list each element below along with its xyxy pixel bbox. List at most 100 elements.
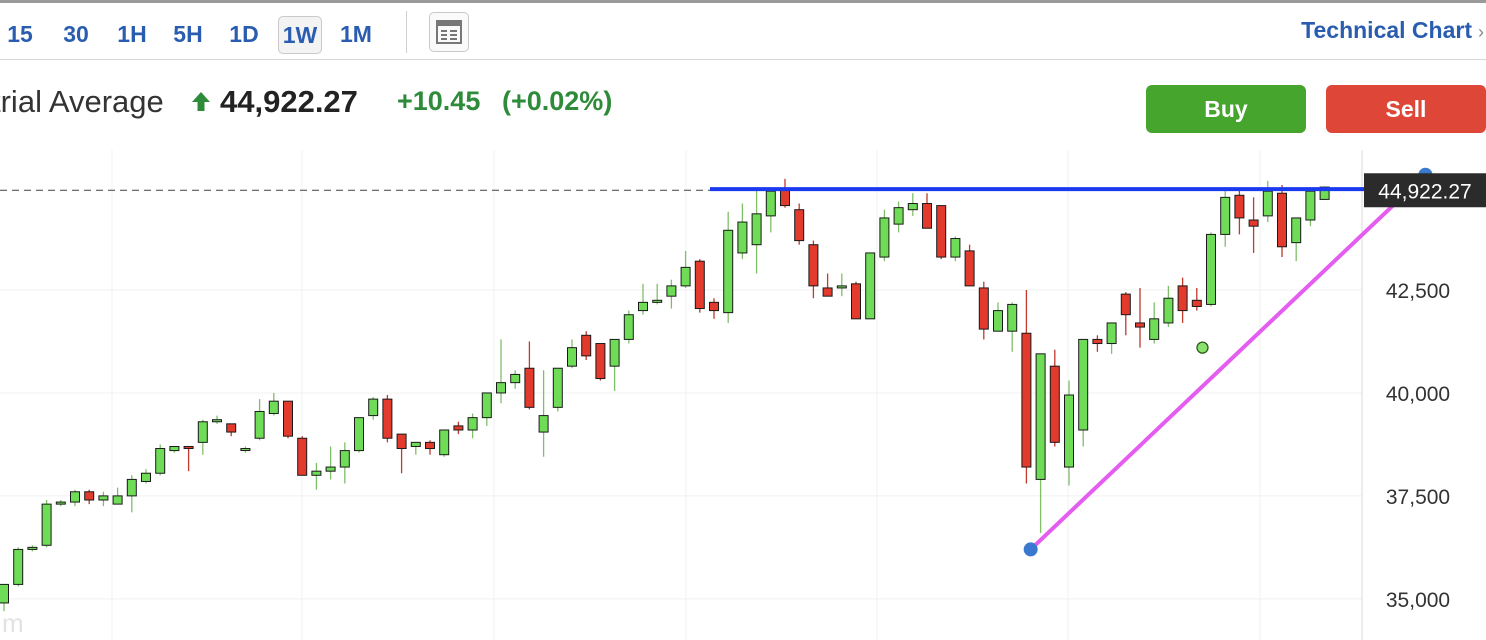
candle [382,395,393,443]
candle-body [936,205,947,258]
candle-body [84,491,95,501]
candle [680,250,691,288]
chevron-right-icon: › [1478,22,1484,42]
candle [694,259,705,313]
timeframe-1h[interactable]: 1H [112,16,152,52]
candle [552,367,563,412]
candle-body [169,445,180,452]
candle [368,397,379,420]
candle-body [1248,219,1259,227]
price-change-percent: (+0.02%) [502,86,613,116]
candle-body [240,448,251,452]
candle-body [1191,299,1202,307]
y-tick-label: 35,000 [1386,589,1450,612]
candle-body [481,392,492,419]
candle [524,341,535,410]
candle [993,302,1003,332]
candle-body [439,429,450,456]
candle [978,281,989,340]
candle-body [751,213,762,246]
candle [851,281,861,320]
candle [780,178,790,208]
candle-body [1234,194,1245,219]
timeframe-1d[interactable]: 1D [224,16,264,52]
candle-body [1135,322,1145,328]
candle [1248,197,1259,253]
timeframe-toolbar: 15 30 1H 5H 1D 1W 1M Technical Chart › [0,0,1486,60]
candle-body [27,546,38,550]
candle-body [496,382,506,394]
candle-body [609,338,620,367]
candle-body [425,441,435,450]
candle-body [226,423,237,433]
candle-body [836,285,847,289]
candle-body [524,367,535,408]
y-tick-label: 40,000 [1386,383,1450,406]
candle [1191,287,1202,311]
candle [1234,189,1245,235]
candle-body [1078,338,1089,431]
candle-body [1120,293,1131,316]
buy-button[interactable]: Buy [1146,85,1306,133]
candle [879,209,890,262]
candle-body [694,260,705,310]
candle [638,283,648,315]
candle-body [70,491,80,503]
candle-body [197,421,208,443]
candle [481,392,492,426]
candle-body [410,441,421,447]
candle-body [1092,338,1103,345]
candle-body [737,221,748,254]
trendline-mid-handle [1196,341,1209,354]
candle [1120,292,1131,336]
candle-body [126,478,137,497]
candle [212,415,222,424]
candle [354,417,364,453]
candle [84,489,95,505]
candle [510,370,521,389]
up-arrow-icon [192,92,210,111]
candle [425,440,435,455]
candle [623,310,634,344]
candle [609,338,620,391]
price-change: +10.45 [397,86,481,116]
candle [893,201,904,233]
candle-body [1305,190,1316,221]
candle [70,489,80,507]
candle [922,193,932,229]
timeframe-30[interactable]: 30 [56,16,96,52]
candle [1035,353,1046,533]
candle-body [1291,217,1302,244]
price-label-text: 44,922.27 [1378,180,1471,203]
candle-body [567,347,577,367]
candle [98,491,109,507]
timeframe-15[interactable]: 15 [4,16,36,52]
candle-body [723,229,734,314]
timeframe-1w[interactable]: 1W [278,16,322,54]
candle [538,370,549,457]
candle [595,343,606,381]
candle-body [368,398,379,417]
candle [723,211,734,323]
price-chart[interactable]: 35,000 37,500 40,000 42,500 m 44,922.27 [0,150,1486,640]
candle-body [822,287,833,297]
timeframe-1m[interactable]: 1M [334,16,378,52]
candle-body [453,425,464,431]
candle-body [794,209,805,242]
candle-body [1021,332,1032,468]
candle [751,189,762,274]
technical-chart-link[interactable]: Technical Chart › [1301,17,1484,44]
candle [652,283,663,305]
candle [396,433,407,474]
candle [254,399,265,441]
sell-button[interactable]: Sell [1326,85,1486,133]
candle-body [709,301,719,312]
candle [709,298,719,319]
candle-body [212,419,222,423]
candle [439,429,450,457]
timeframe-5h[interactable]: 5H [167,16,209,52]
candle [1149,302,1160,344]
layout-button[interactable] [429,12,469,52]
candle-body [922,203,932,229]
candle-body [538,415,549,433]
